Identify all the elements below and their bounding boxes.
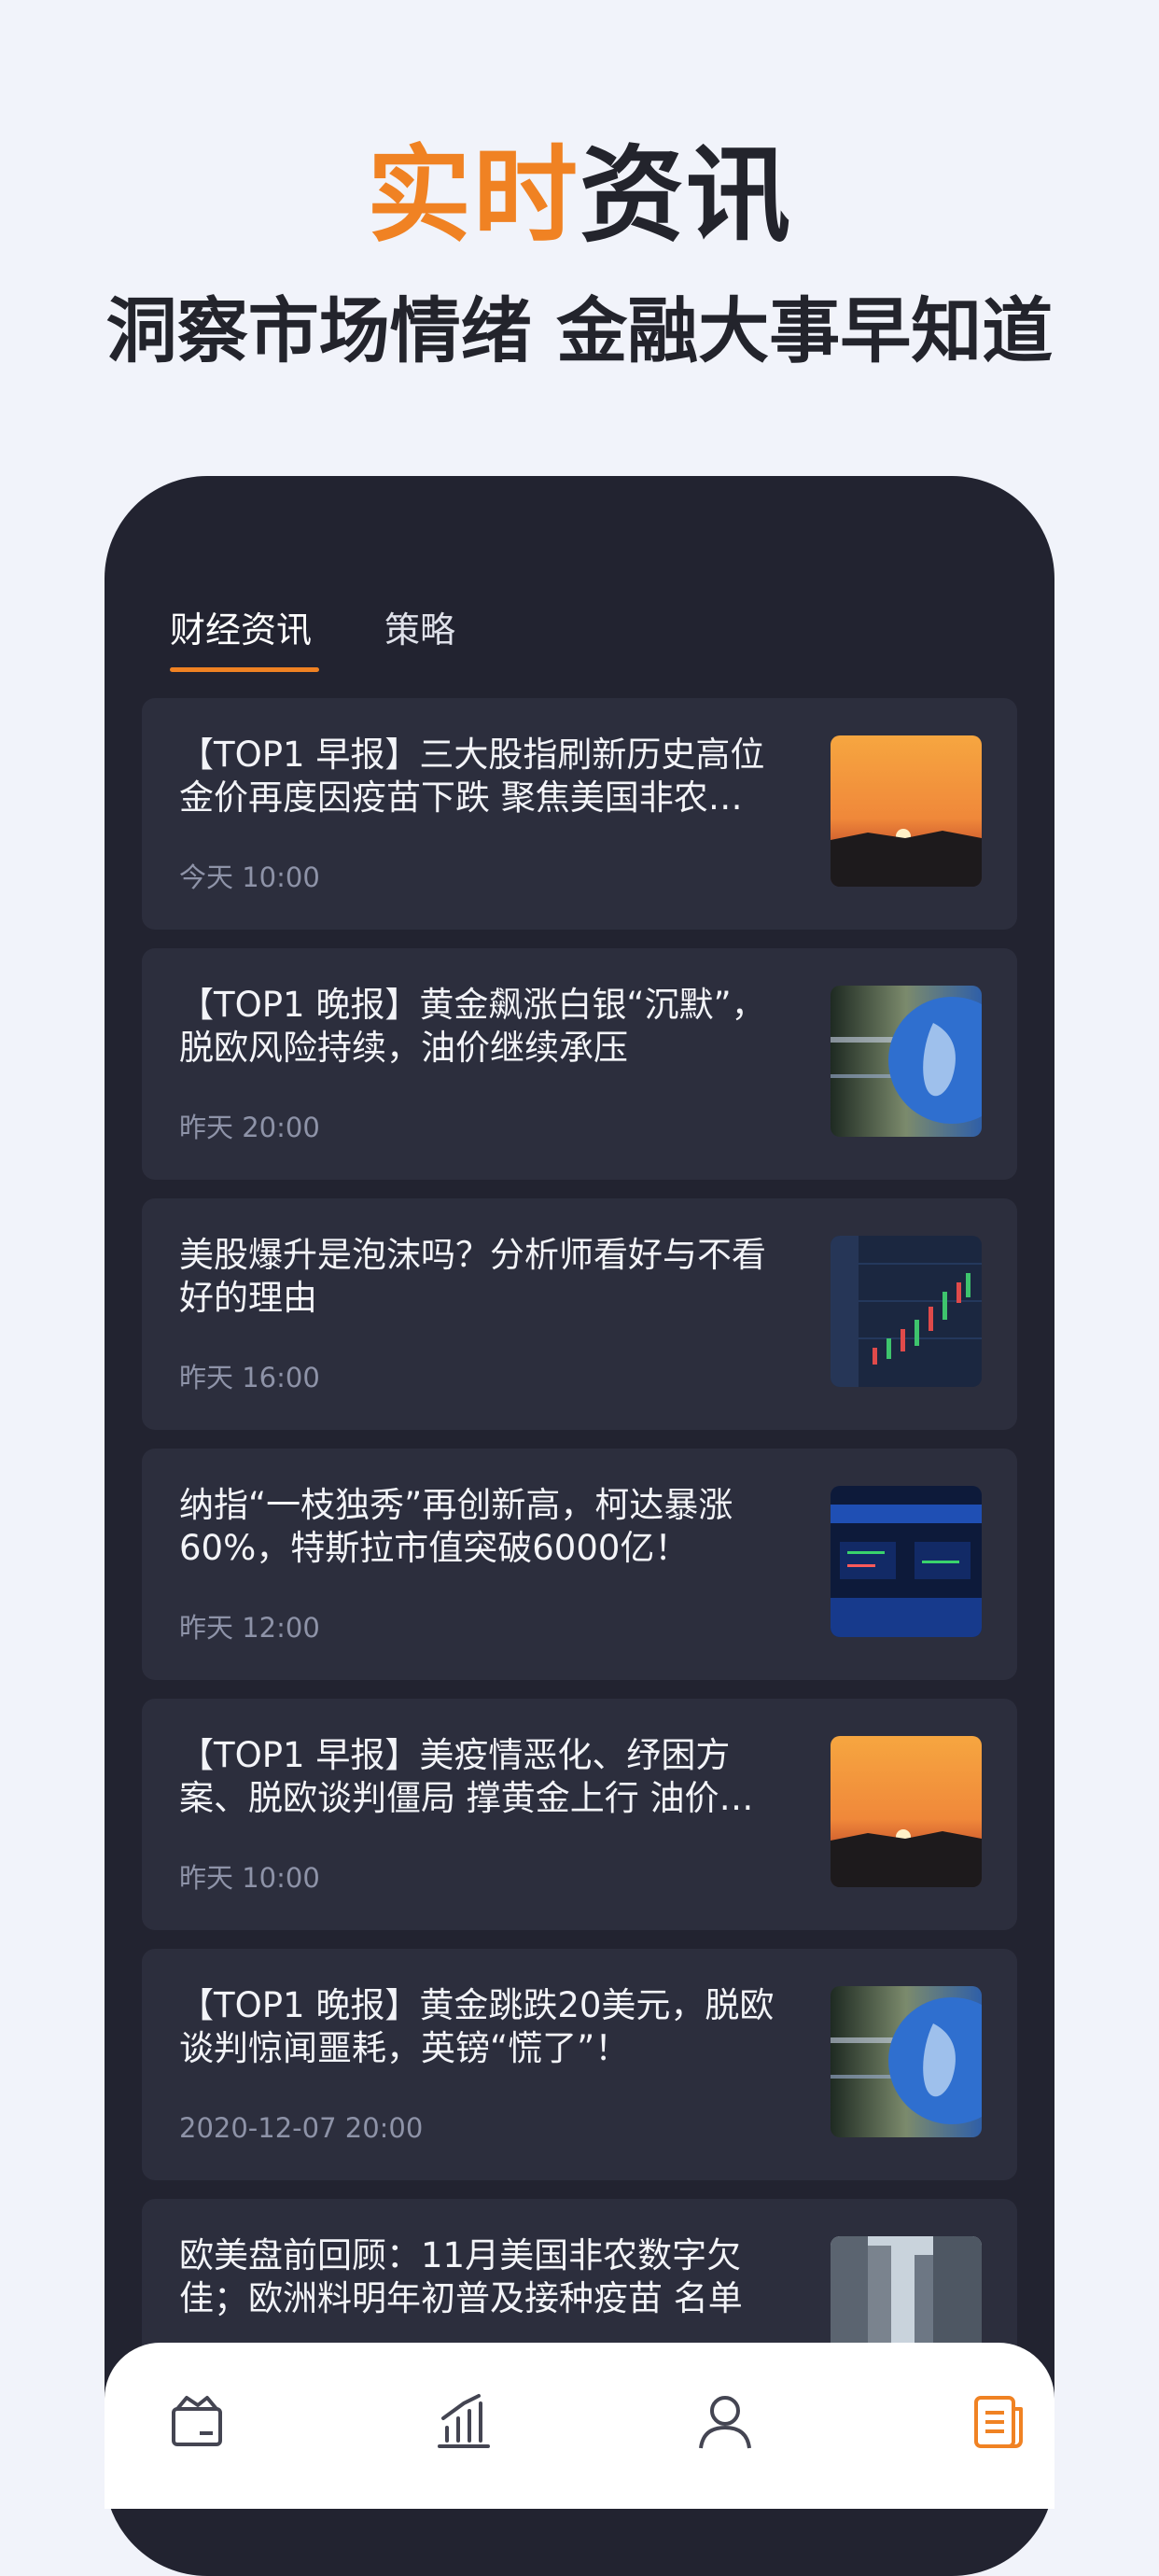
headline-rest: 资讯 xyxy=(580,135,792,257)
news-thumbnail-sunset xyxy=(831,735,982,887)
news-icon[interactable] xyxy=(961,2385,1036,2459)
news-title: 【TOP1 晚报】黄金跳跌20美元，脱欧谈判惊闻噩耗，英镑“慌了”！ xyxy=(179,1985,775,2068)
news-card[interactable]: 【TOP1 早报】美疫情恶化、纾困方案、脱欧谈判僵局 撑黄金上行 油价承压 昨天… xyxy=(142,1699,1017,1930)
news-title: 欧美盘前回顾：11月美国非农数字欠佳；欧洲料明年初普及接种疫苗 名单 xyxy=(179,2235,743,2318)
headline: 实时资讯 xyxy=(0,131,1159,261)
news-title: 【TOP1 早报】美疫情恶化、纾困方案、脱欧谈判僵局 撑黄金上行 油价承压 xyxy=(179,1735,754,1818)
bar-chart-icon[interactable] xyxy=(426,2385,501,2459)
tab-strategy[interactable]: 策略 xyxy=(384,602,455,658)
news-card[interactable]: 美股爆升是泡沫吗？分析师看好与不看好的理由 昨天 16:00 xyxy=(142,1198,1017,1430)
news-title: 纳指“一枝独秀”再创新高，柯达暴涨60%，特斯拉市值突破6000亿！ xyxy=(179,1485,733,1568)
news-card[interactable]: 纳指“一枝独秀”再创新高，柯达暴涨60%，特斯拉市值突破6000亿！ 昨天 12… xyxy=(142,1449,1017,1680)
wallet-icon[interactable] xyxy=(161,2385,235,2459)
bottom-tab-bar xyxy=(105,2343,1054,2509)
news-time: 昨天 16:00 xyxy=(179,1362,320,1393)
news-thumbnail-sunset xyxy=(831,1736,982,1887)
news-thumbnail-nasdaq xyxy=(831,1486,982,1637)
news-title: 【TOP1 晚报】黄金飙涨白银“沉默”，脱欧风险持续，油价继续承压 xyxy=(179,985,766,1068)
phone-screen: 财经资讯 策略 【TOP1 早报】三大股指刷新历史高位 金价再度因疫苗下跌 聚焦… xyxy=(105,476,1054,2576)
news-thumbnail-globe xyxy=(831,986,982,1137)
user-icon[interactable] xyxy=(688,2385,762,2459)
subheadline: 洞察市场情绪 金融大事早知道 xyxy=(105,289,1054,372)
news-time: 昨天 20:00 xyxy=(179,1112,320,1143)
tab-finance-news[interactable]: 财经资讯 xyxy=(170,602,312,658)
news-card[interactable]: 【TOP1 晚报】黄金飙涨白银“沉默”，脱欧风险持续，油价继续承压 昨天 20:… xyxy=(142,948,1017,1180)
news-time: 昨天 12:00 xyxy=(179,1612,320,1644)
news-title: 【TOP1 早报】三大股指刷新历史高位 金价再度因疫苗下跌 聚焦美国非农数据 xyxy=(179,735,765,818)
news-title: 美股爆升是泡沫吗？分析师看好与不看好的理由 xyxy=(179,1235,766,1318)
tab-active-indicator xyxy=(170,667,319,672)
news-card[interactable]: 【TOP1 早报】三大股指刷新历史高位 金价再度因疫苗下跌 聚焦美国非农数据 今… xyxy=(142,698,1017,930)
news-thumbnail-globe xyxy=(831,1986,982,2137)
headline-accent: 实时 xyxy=(367,135,580,257)
news-card[interactable]: 【TOP1 晚报】黄金跳跌20美元，脱欧谈判惊闻噩耗，英镑“慌了”！ 2020-… xyxy=(142,1949,1017,2180)
news-thumbnail-stock-chart xyxy=(831,1236,982,1387)
news-time: 昨天 10:00 xyxy=(179,1862,320,1894)
news-time: 今天 10:00 xyxy=(179,861,320,893)
news-time: 2020-12-07 20:00 xyxy=(179,2112,424,2144)
